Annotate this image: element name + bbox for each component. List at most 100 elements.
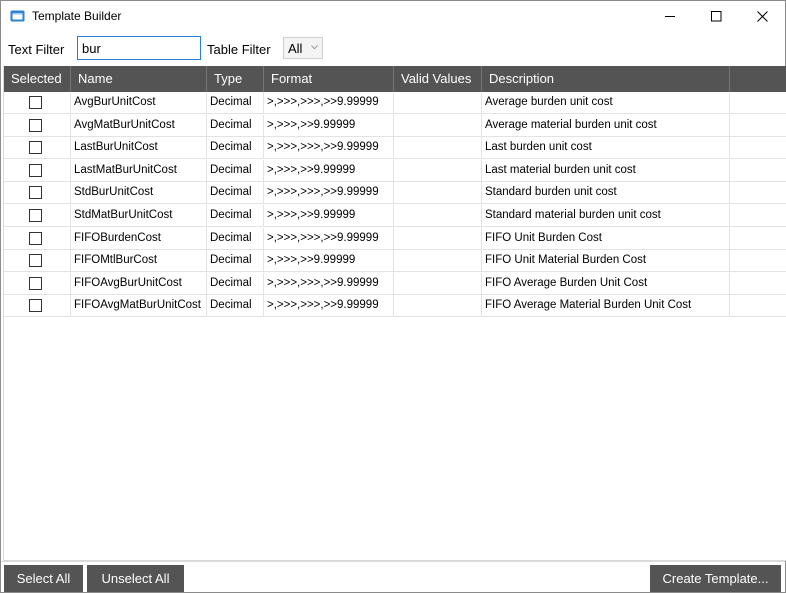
row-name-cell: LastMatBurUnitCost [71,159,207,182]
row-filler-cell [730,137,786,159]
row-select-checkbox[interactable] [29,186,42,200]
row-select-checkbox[interactable] [29,163,42,177]
text-filter-label: Text Filter [8,42,65,57]
row-name-cell: AvgBurUnitCost [71,92,207,114]
row-name-cell: StdMatBurUnitCost [71,205,207,227]
row-selected-cell [4,114,71,137]
row-filler-cell [730,250,786,272]
create-template-button[interactable]: Create Template... [650,565,781,592]
window-title: Template Builder [32,9,122,23]
select-all-button[interactable]: Select All [4,565,83,592]
row-description-cell: FIFO Unit Burden Cost [482,227,730,250]
table-filter-label: Table Filter [207,42,271,57]
row-valid-values-cell [394,250,482,273]
row-filler-cell [730,160,786,182]
row-format-cell: >,>>>,>>9.99999 [264,114,394,137]
row-select-checkbox[interactable] [29,118,42,132]
table-row[interactable]: LastMatBurUnitCost Decimal >,>>>,>>9.99999… [4,159,786,182]
row-format-cell: >,>>>,>>9.99999 [264,159,394,182]
maximize-icon [710,11,721,22]
row-type-cell: Decimal [207,114,264,137]
close-icon [756,11,768,22]
column-header-description[interactable]: Description [482,66,730,92]
fields-grid: Selected Name Type Format Valid Values D… [3,66,786,561]
app-window-icon [10,10,25,22]
row-description-cell: FIFO Unit Material Burden Cost [482,250,730,273]
table-row[interactable]: LastBurUnitCost Decimal >,>>>,>>>,>>9.9999… [4,137,786,160]
table-row[interactable]: FIFOBurdenCost Decimal >,>>>,>>>,>>9.99999… [4,227,786,250]
row-type-cell: Decimal [207,227,264,250]
row-format-cell: >,>>>,>>9.99999 [264,205,394,227]
row-select-checkbox[interactable] [29,209,42,222]
unselect-all-button[interactable]: Unselect All [87,565,184,592]
row-select-checkbox[interactable] [29,276,42,290]
row-select-checkbox[interactable] [29,299,42,313]
row-select-checkbox[interactable] [29,254,42,268]
maximize-button[interactable] [693,1,739,32]
minimize-button[interactable] [647,1,693,32]
row-description-cell: FIFO Average Material Burden Unit Cost [482,295,730,318]
column-header-filler [730,66,786,92]
row-description-cell: Last material burden unit cost [482,159,730,182]
row-name-cell: FIFOMtlBurCost [71,250,207,273]
row-selected-cell [4,182,71,205]
row-select-checkbox[interactable] [29,231,42,245]
row-description-cell: FIFO Average Burden Unit Cost [482,272,730,295]
row-format-cell: >,>>>,>>>,>>9.99999 [264,295,394,318]
row-filler-cell [730,228,786,250]
column-header-type[interactable]: Type [207,66,264,92]
row-type-cell: Decimal [207,182,264,205]
row-filler-cell [730,205,786,227]
close-button[interactable] [739,1,785,32]
column-header-selected[interactable]: Selected [4,66,71,92]
table-row[interactable]: AvgMatBurUnitCost Decimal >,>>>,>>9.99999 A… [4,114,786,137]
table-row[interactable]: AvgBurUnitCost Decimal >,>>>,>>>,>>9.99999… [4,92,786,114]
row-valid-values-cell [394,92,482,114]
table-row[interactable]: FIFOAvgMatBurUnitCost Decimal >,>>>,>>>,>>… [4,295,786,318]
row-selected-cell [4,250,71,273]
row-name-cell: FIFOAvgMatBurUnitCost [71,295,207,318]
row-name-cell: LastBurUnitCost [71,137,207,160]
row-format-cell: >,>>>,>>9.99999 [264,250,394,273]
column-header-valid-values[interactable]: Valid Values [394,66,482,92]
row-valid-values-cell [394,205,482,227]
row-name-cell: AvgMatBurUnitCost [71,114,207,137]
row-select-checkbox[interactable] [29,141,42,155]
table-row[interactable]: StdBurUnitCost Decimal >,>>>,>>>,>>9.99999… [4,182,786,205]
row-valid-values-cell [394,295,482,318]
filter-bar: Text Filter Table Filter All [1,34,785,64]
row-type-cell: Decimal [207,250,264,273]
row-description-cell: Average material burden unit cost [482,114,730,137]
table-row[interactable]: FIFOMtlBurCost Decimal >,>>>,>>9.99999 FIFO… [4,250,786,273]
table-filter-select[interactable]: All [283,37,323,59]
text-filter-input[interactable] [77,36,201,60]
row-filler-cell [730,295,786,317]
table-row[interactable]: StdMatBurUnitCost Decimal >,>>>,>>9.99999 S… [4,205,786,227]
row-description-cell: Standard burden unit cost [482,182,730,205]
row-type-cell: Decimal [207,295,264,318]
row-format-cell: >,>>>,>>>,>>9.99999 [264,227,394,250]
row-filler-cell [730,92,786,114]
row-type-cell: Decimal [207,159,264,182]
title-bar: Template Builder [1,1,785,32]
table-filter-value: All [288,41,303,56]
column-header-name[interactable]: Name [71,66,207,92]
row-type-cell: Decimal [207,137,264,160]
row-format-cell: >,>>>,>>>,>>9.99999 [264,272,394,295]
row-format-cell: >,>>>,>>>,>>9.99999 [264,92,394,114]
row-filler-cell [730,115,786,137]
row-valid-values-cell [394,182,482,205]
table-row[interactable]: FIFOAvgBurUnitCost Decimal >,>>>,>>>,>>9.9… [4,272,786,295]
row-selected-cell [4,137,71,160]
row-format-cell: >,>>>,>>>,>>9.99999 [264,182,394,205]
row-selected-cell [4,205,71,227]
row-description-cell: Standard material burden unit cost [482,205,730,227]
row-format-cell: >,>>>,>>>,>>9.99999 [264,137,394,160]
row-valid-values-cell [394,114,482,137]
row-description-cell: Last burden unit cost [482,137,730,160]
row-select-checkbox[interactable] [29,96,42,109]
row-valid-values-cell [394,272,482,295]
row-name-cell: StdBurUnitCost [71,182,207,205]
column-header-format[interactable]: Format [264,66,394,92]
row-valid-values-cell [394,159,482,182]
